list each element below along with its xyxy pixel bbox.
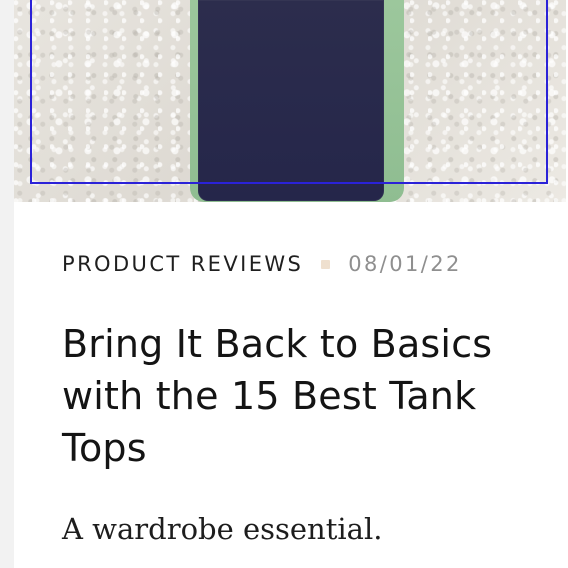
meta-separator-dot — [321, 260, 331, 269]
article-summary: A wardrobe essential. — [62, 512, 383, 546]
article-title[interactable]: Bring It Back to Basics with the 15 Best… — [62, 318, 532, 474]
hero-image[interactable] — [14, 0, 566, 202]
tank-top-body — [198, 0, 384, 201]
article-category[interactable]: PRODUCT REVIEWS — [62, 254, 303, 275]
article-card[interactable]: PRODUCT REVIEWS 08/01/22 Bring It Back t… — [14, 0, 568, 568]
article-date: 08/01/22 — [348, 252, 462, 276]
article-meta: PRODUCT REVIEWS 08/01/22 — [62, 254, 462, 275]
